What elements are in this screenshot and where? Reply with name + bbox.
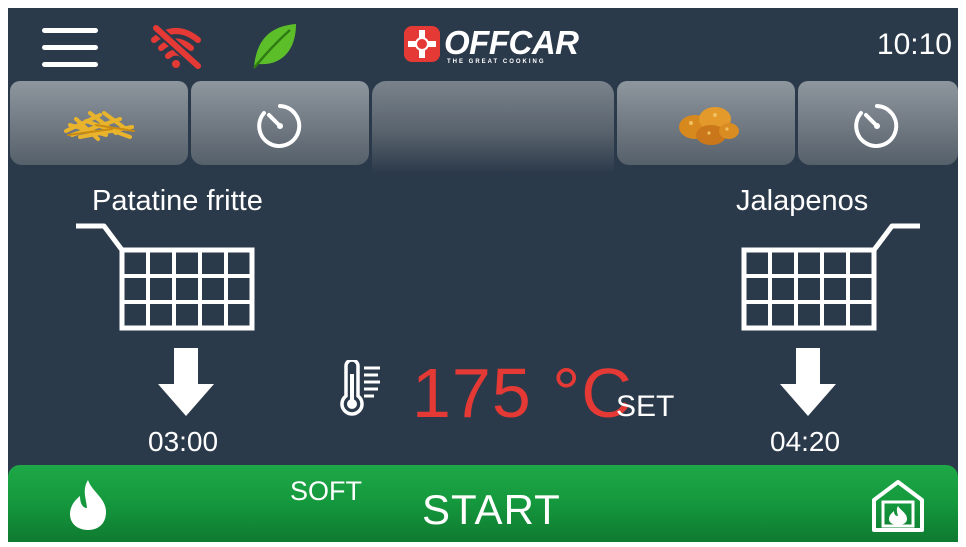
basket-icon[interactable] [730,220,926,336]
timer-icon [257,104,302,148]
wifi-off-icon[interactable] [148,24,204,70]
tab-left-timer[interactable] [191,81,369,165]
tab-right-timer[interactable] [798,81,958,165]
left-basket-time[interactable]: 03:00 [148,426,218,458]
right-basket-time[interactable]: 04:20 [770,426,840,458]
set-label: SET [616,390,675,423]
fryer-control-screen: OFFCAR THE GREAT COOKING 10:10 Patatine … [8,8,958,542]
tab-center-empty[interactable] [372,81,614,173]
soft-mode-label[interactable]: SOFT [290,476,362,507]
left-product-name: Patatine fritte [92,185,263,217]
fries-icon [64,111,135,141]
menu-icon[interactable] [42,28,98,68]
right-product-name: Jalapenos [736,185,869,217]
start-label[interactable]: START [422,486,561,534]
down-arrow-icon[interactable] [780,348,836,416]
flame-icon[interactable] [66,478,110,532]
basket-icon[interactable] [70,220,266,336]
set-temperature[interactable]: 175 °C [412,353,633,433]
nuggets-icon [679,107,739,145]
offcar-logo: OFFCAR THE GREAT COOKING [400,22,590,66]
timer-icon [854,104,899,148]
logo-text: OFFCAR [444,24,579,61]
tab-right-product[interactable] [617,81,795,165]
down-arrow-icon[interactable] [158,348,214,416]
gas-burner-icon[interactable] [870,478,926,534]
logo-tagline: THE GREAT COOKING [447,59,546,65]
leaf-icon[interactable] [248,20,300,72]
tab-left-product[interactable] [10,81,188,165]
clock: 10:10 [876,28,952,61]
thermometer-icon [340,360,380,416]
